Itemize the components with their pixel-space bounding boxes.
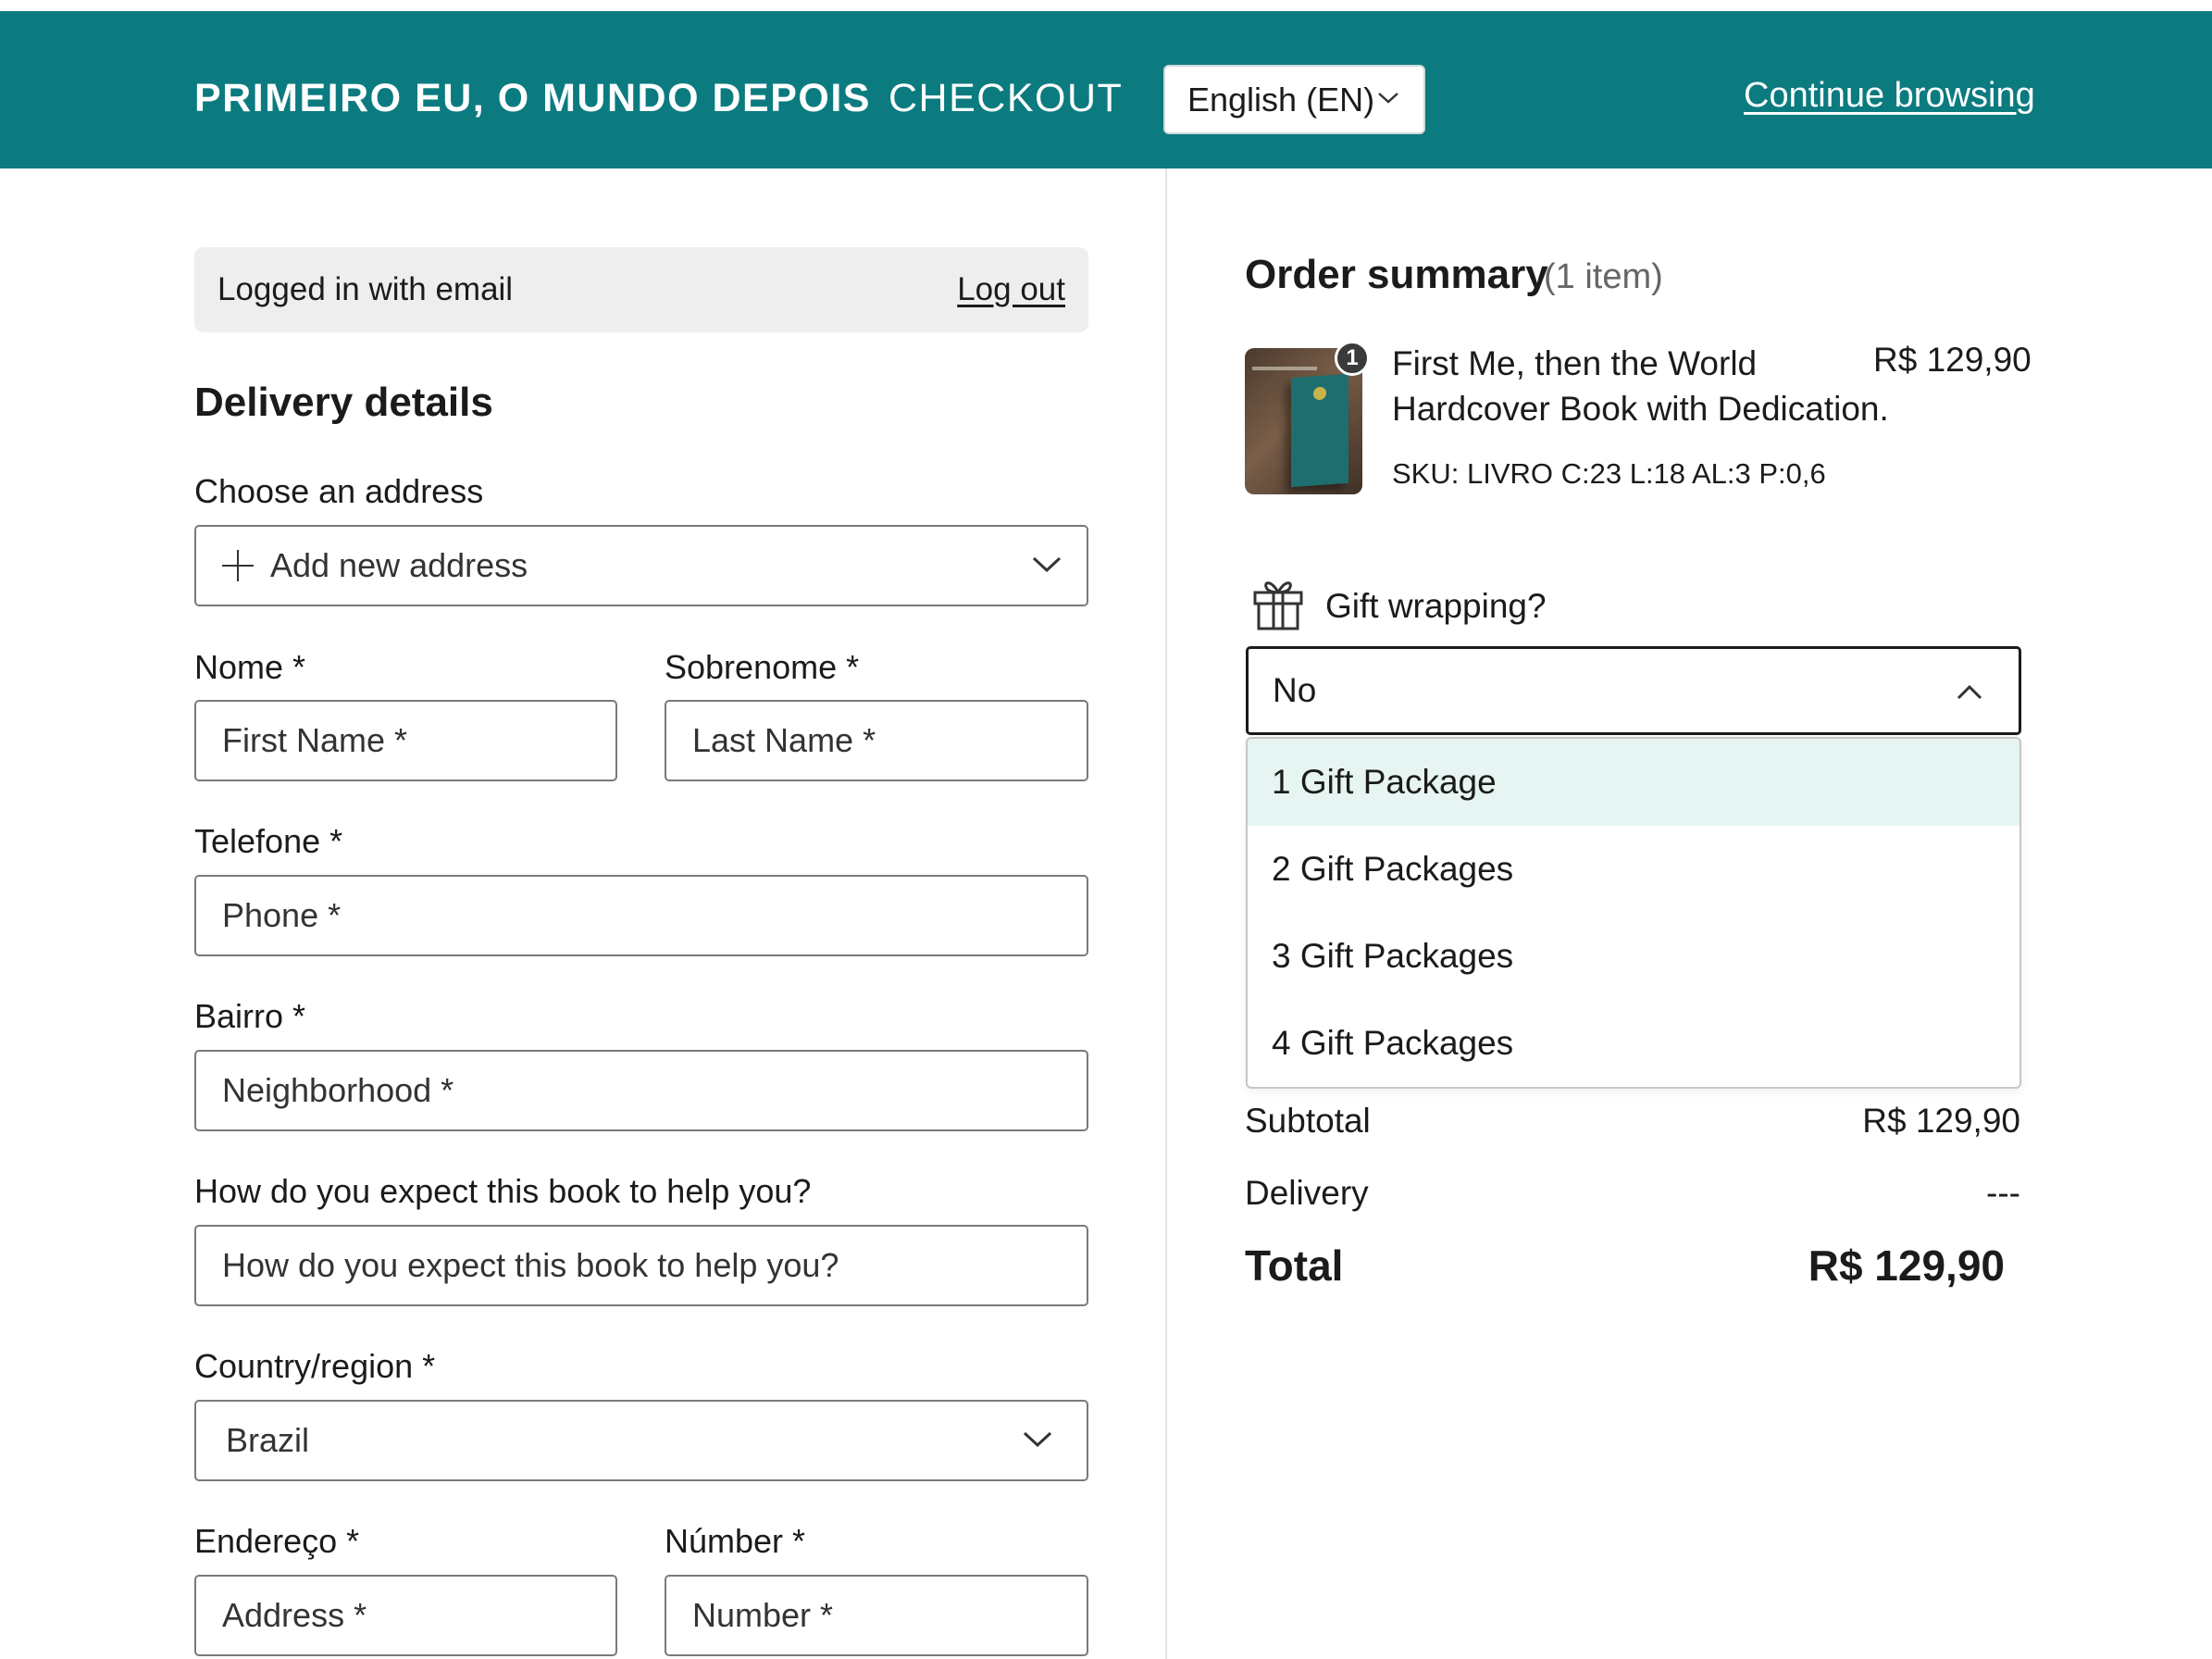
phone-placeholder: Phone * bbox=[222, 896, 342, 934]
gift-option[interactable]: 4 Gift Packages bbox=[1248, 1000, 2019, 1087]
top-strip bbox=[0, 0, 2212, 11]
last-name-placeholder: Last Name * bbox=[692, 721, 876, 759]
country-select[interactable]: Brazil bbox=[194, 1400, 1088, 1481]
gift-wrapping-select[interactable]: No bbox=[1246, 646, 2021, 735]
chevron-down-icon bbox=[1023, 1431, 1052, 1448]
phone-field[interactable]: Phone * bbox=[194, 875, 1088, 956]
subtotal-label: Subtotal bbox=[1245, 1102, 1371, 1140]
column-divider bbox=[1165, 168, 1167, 1659]
gift-wrapping-value: No bbox=[1273, 671, 1317, 709]
cover-seal bbox=[1313, 386, 1326, 401]
store-brand[interactable]: PRIMEIRO EU, O MUNDO DEPOIS bbox=[194, 76, 871, 121]
last-name-field[interactable]: Last Name * bbox=[665, 700, 1088, 781]
book-cover bbox=[1291, 373, 1348, 488]
delivery-details-title: Delivery details bbox=[194, 380, 493, 425]
street-address-field[interactable]: Address * bbox=[194, 1575, 617, 1656]
street-address-placeholder: Address * bbox=[222, 1596, 367, 1634]
chevron-up-icon bbox=[1957, 684, 1982, 700]
first-name-label: Nome * bbox=[194, 648, 306, 686]
book-question-field[interactable]: How do you expect this book to help you? bbox=[194, 1225, 1088, 1306]
plus-icon bbox=[222, 550, 254, 581]
delivery-value: --- bbox=[1986, 1174, 2020, 1212]
first-name-field[interactable]: First Name * bbox=[194, 700, 617, 781]
language-select[interactable]: English (EN) bbox=[1163, 65, 1425, 134]
checkout-header: PRIMEIRO EU, O MUNDO DEPOIS CHECKOUT Eng… bbox=[0, 11, 2212, 168]
neighborhood-placeholder: Neighborhood * bbox=[222, 1071, 454, 1109]
country-select-value: Brazil bbox=[226, 1421, 310, 1459]
book-question-placeholder: How do you expect this book to help you? bbox=[222, 1246, 839, 1284]
total-value: R$ 129,90 bbox=[1808, 1241, 2005, 1290]
subtotal-value: R$ 129,90 bbox=[1862, 1102, 2020, 1140]
logged-in-bar: Logged in with email Log out bbox=[194, 247, 1088, 332]
address-label: Choose an address bbox=[194, 472, 484, 510]
neighborhood-label: Bairro * bbox=[194, 997, 306, 1035]
language-value: English (EN) bbox=[1187, 80, 1375, 118]
gift-wrapping-options: 1 Gift Package 2 Gift Packages 3 Gift Pa… bbox=[1246, 737, 2021, 1089]
first-name-placeholder: First Name * bbox=[222, 721, 408, 759]
street-address-label: Endereço * bbox=[194, 1522, 360, 1560]
number-label: Númber * bbox=[665, 1522, 806, 1560]
continue-browsing-link[interactable]: Continue browsing bbox=[1744, 76, 2035, 116]
delivery-label: Delivery bbox=[1245, 1174, 1369, 1212]
order-summary-title: Order summary bbox=[1245, 252, 1548, 297]
gift-wrapping-label: Gift wrapping? bbox=[1325, 587, 1547, 625]
neighborhood-field[interactable]: Neighborhood * bbox=[194, 1050, 1088, 1131]
number-field[interactable]: Number * bbox=[665, 1575, 1088, 1656]
total-label: Total bbox=[1245, 1241, 1344, 1290]
order-item-count: (1 item) bbox=[1544, 257, 1663, 296]
logged-in-text: Logged in with email bbox=[217, 271, 514, 307]
chevron-down-icon bbox=[1378, 93, 1398, 104]
gift-option[interactable]: 3 Gift Packages bbox=[1248, 913, 2019, 1000]
last-name-label: Sobrenome * bbox=[665, 648, 860, 686]
book-question-label: How do you expect this book to help you? bbox=[194, 1172, 812, 1210]
cover-strip bbox=[1252, 367, 1317, 370]
gift-option[interactable]: 2 Gift Packages bbox=[1248, 826, 2019, 913]
gift-option[interactable]: 1 Gift Package bbox=[1248, 739, 2019, 826]
product-name: First Me, then the World Hardcover Book … bbox=[1392, 344, 1889, 428]
product-sku: SKU: LIVRO C:23 L:18 AL:3 P:0,6 bbox=[1392, 457, 1826, 490]
checkout-title: CHECKOUT bbox=[889, 76, 1124, 120]
address-select[interactable]: Add new address bbox=[194, 525, 1088, 606]
phone-label: Telefone * bbox=[194, 822, 343, 860]
logout-link[interactable]: Log out bbox=[957, 271, 1065, 308]
product-price: R$ 129,90 bbox=[1873, 341, 2032, 379]
quantity-badge: 1 bbox=[1335, 341, 1370, 376]
number-placeholder: Number * bbox=[692, 1596, 834, 1634]
gift-icon bbox=[1253, 581, 1303, 630]
address-select-value: Add new address bbox=[270, 546, 528, 584]
country-label: Country/region * bbox=[194, 1347, 436, 1385]
chevron-down-icon bbox=[1032, 556, 1062, 573]
